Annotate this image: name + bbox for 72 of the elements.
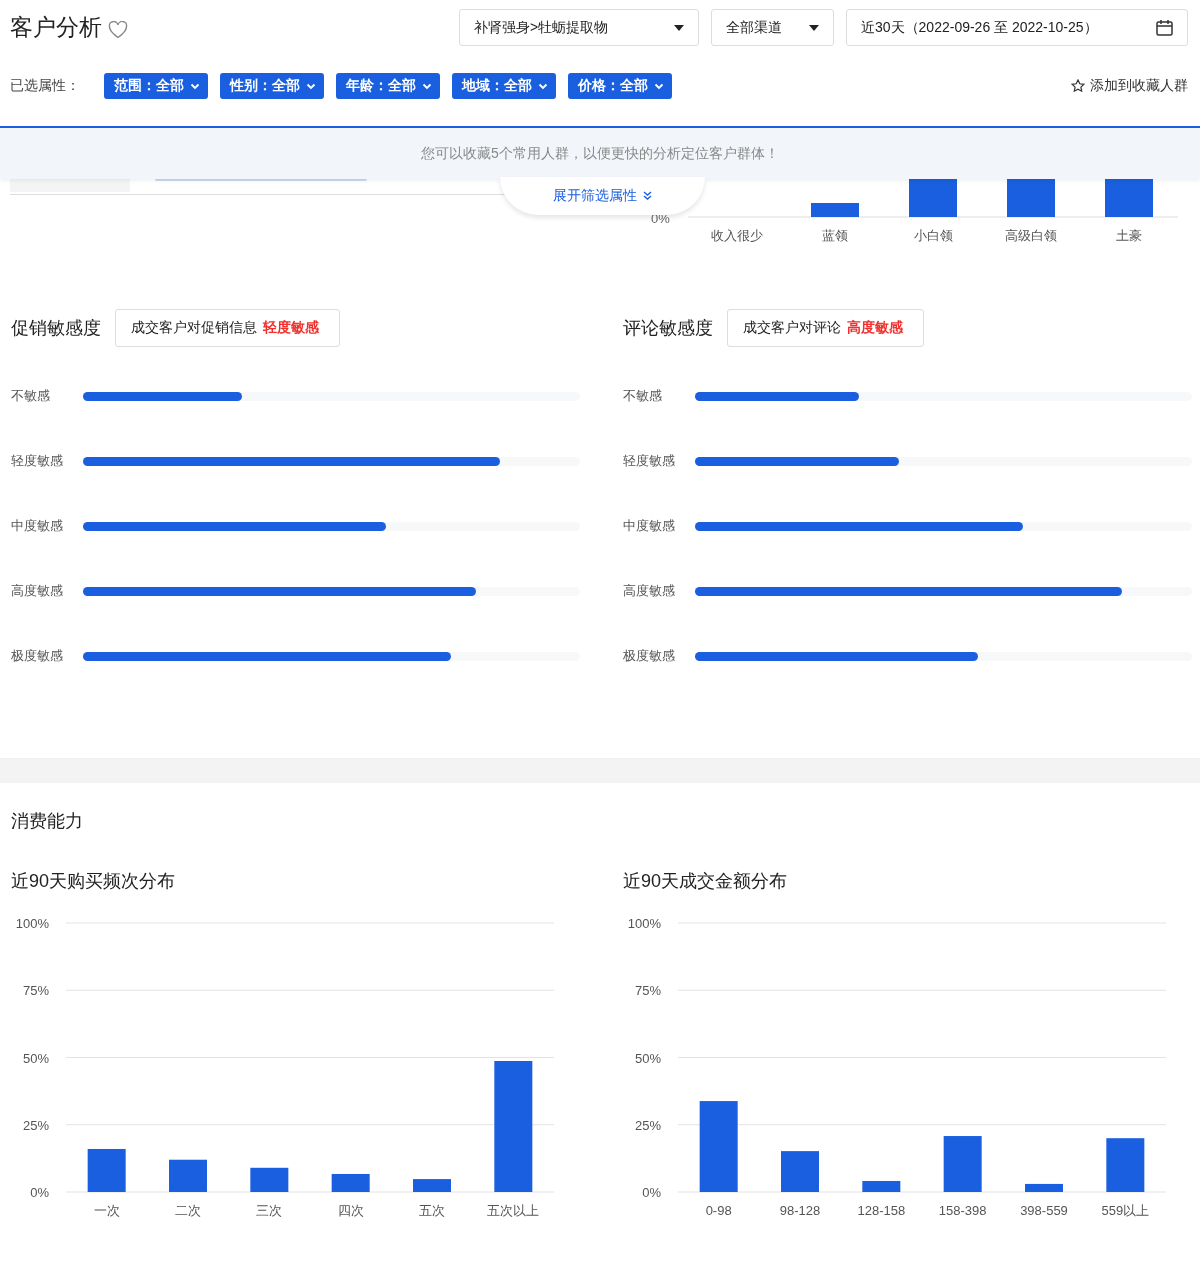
row-label: 不敏感 [11,387,51,405]
row-label: 高度敏感 [11,582,64,600]
star-icon [1071,79,1085,93]
sensitivity-note: 成交客户对评论 高度敏感 [727,309,924,347]
row-label: 轻度敏感 [11,452,64,470]
axis-category-label: 小白领 [912,227,954,245]
chevron-down-icon [422,82,432,90]
filter-chip[interactable]: 价格：全部 [568,73,672,99]
axis-category-label: 收入很少 [710,227,764,245]
axis-category-label: 一次 [93,1203,120,1218]
chevron-down-icon [190,82,200,90]
axis-tick-label: 25% [634,1117,661,1133]
axis-category-label: 蓝领 [821,227,849,245]
category-select[interactable]: 补肾强身>牡蛎提取物 [459,9,699,46]
bar [811,203,859,217]
axis-tick-label: 100% [15,916,49,931]
axis-category-label: 98-128 [779,1203,821,1218]
filter-chip[interactable]: 地域：全部 [452,73,556,99]
axis-category-label: 398-559 [1020,1203,1068,1218]
channel-select[interactable]: 全部渠道 [711,9,834,46]
add-to-favorites-link[interactable]: 添加到收藏人群 [1071,77,1188,95]
bar [1105,179,1153,217]
page-title: 客户分析 [10,13,102,42]
bar [1007,179,1055,217]
axis-category-label: 三次 [256,1203,283,1218]
axis-category-label: 四次 [337,1203,364,1218]
section-title: 消费能力 [11,810,83,833]
date-range-picker[interactable]: 近30天（2022-09-26 至 2022-10-25） [846,9,1188,46]
row-label: 高度敏感 [623,582,676,600]
sensitivity-note: 成交客户对促销信息 轻度敏感 [115,309,340,347]
chevron-down-icon [654,82,664,90]
chevron-down-icon [306,82,316,90]
axis-tick-label: 75% [634,983,661,999]
chart-title: 近90天购买频次分布 [11,871,176,891]
filter-chip[interactable]: 年龄：全部 [336,73,440,99]
double-chevron-icon [643,191,652,201]
dropdown-caret-icon [809,24,819,31]
axis-tick-label: 50% [22,1050,49,1066]
calendar-icon [1156,19,1173,36]
axis-category-label: 0-98 [705,1203,732,1218]
axis-tick-label: 75% [22,983,49,999]
axis-category-label: 559以上 [1101,1203,1150,1218]
axis-category-label: 158-398 [938,1203,987,1218]
axis-tick-label: 0% [30,1185,49,1200]
filter-chip[interactable]: 性别：全部 [220,73,324,99]
row-label: 极度敏感 [11,647,64,665]
axis-category-label: 五次 [419,1203,445,1218]
axis-category-label: 五次以上 [487,1203,540,1218]
filter-chip[interactable]: 范围：全部 [104,73,208,99]
section-title: 促销敏感度 [11,317,101,340]
expand-filters-button[interactable]: 展开筛选属性 [500,177,705,215]
axis-category-label: 128-158 [857,1203,906,1218]
axis-category-label: 土豪 [1115,227,1143,245]
row-label: 轻度敏感 [623,452,676,470]
axis-tick-label: 100% [627,916,661,931]
section-title: 评论敏感度 [623,317,713,340]
chevron-down-icon [538,82,548,90]
heart-icon[interactable] [108,20,128,39]
axis-category-label: 二次 [175,1203,201,1218]
notice-banner: 您可以收藏5个常用人群，以便更快的分析定位客户群体！ [0,128,1200,179]
filter-label: 已选属性： [10,77,80,95]
axis-tick-label: 50% [634,1050,661,1066]
row-label: 中度敏感 [11,517,64,535]
dropdown-caret-icon [674,24,684,31]
bar [909,179,957,217]
row-label: 不敏感 [623,387,663,405]
axis-tick-label: 25% [22,1117,49,1133]
row-label: 极度敏感 [623,647,676,665]
row-label: 中度敏感 [623,517,676,535]
axis-tick-label: 0% [642,1185,661,1200]
chart-title: 近90天成交金额分布 [623,871,788,891]
axis-category-label: 高级白领 [1004,227,1058,245]
